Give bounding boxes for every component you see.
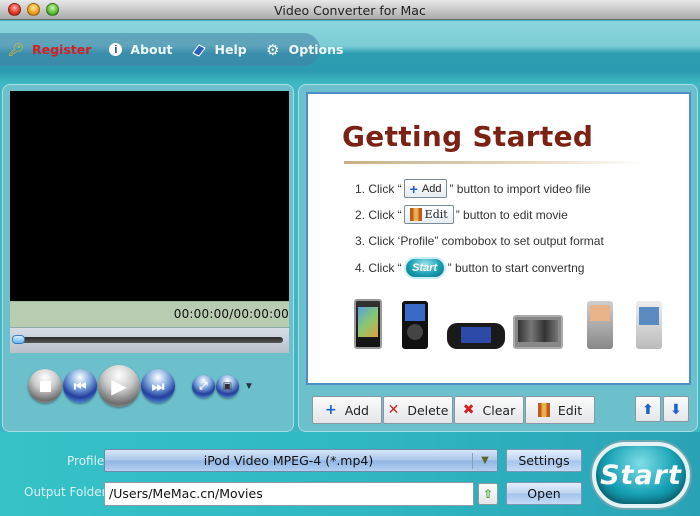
step-2: 2. Click “ Edit ” button to edit movie bbox=[355, 205, 568, 224]
add-label: Add bbox=[344, 402, 369, 418]
nokia-e-phone-image bbox=[587, 301, 613, 349]
fullscreen-icon: ⤢ bbox=[199, 380, 208, 392]
output-settings-bar: Profile iPod Video MPEG-4 (*.mp4) ▼ Outp… bbox=[0, 432, 700, 516]
clear-label: Clear bbox=[482, 402, 516, 418]
playback-controls: ⏮︎ ▶︎ ⏭︎ ⤢ ▣ ▼ bbox=[28, 365, 254, 407]
menu-help[interactable]: Help bbox=[191, 42, 247, 58]
camera-icon: ▣ bbox=[222, 380, 233, 392]
arrow-up-icon: ⬆︎ bbox=[642, 400, 654, 417]
play-icon: ▶︎ bbox=[111, 375, 127, 398]
gear-icon: ⚙ bbox=[265, 41, 280, 59]
edit-label: Edit bbox=[557, 402, 583, 418]
browse-folder-button[interactable]: ⇧ bbox=[478, 483, 498, 505]
step-4-suffix: ” button to start convertng bbox=[447, 261, 585, 275]
previous-icon: ⏮︎ bbox=[73, 377, 87, 394]
menu-bar: 🔑︎ Register i About Help ⚙ Options bbox=[0, 33, 343, 66]
add-button[interactable]: + Add bbox=[312, 396, 382, 424]
key-icon: 🔑︎ bbox=[7, 41, 25, 57]
getting-started-area: Getting Started 1. Click “ + Add ” button… bbox=[306, 92, 691, 385]
step-1-suffix: ” button to import video file bbox=[449, 181, 591, 196]
delete-button[interactable]: ✕ Delete bbox=[383, 396, 453, 424]
iphone-image bbox=[354, 299, 382, 349]
seek-bar[interactable] bbox=[10, 327, 289, 353]
stop-icon bbox=[39, 380, 51, 392]
step-1-button-label: Add bbox=[421, 182, 442, 195]
profile-value: iPod Video MPEG-4 (*.mp4) bbox=[203, 453, 374, 468]
output-folder-label: Output Folder bbox=[24, 485, 107, 499]
menu-options-label: Options bbox=[288, 42, 344, 57]
profile-label: Profile bbox=[67, 454, 105, 468]
ipod-image bbox=[402, 301, 428, 349]
folder-up-icon: ⇧ bbox=[482, 487, 494, 501]
step-1-add-example: + Add bbox=[403, 179, 448, 198]
player-panel: 00:00:00/00:00:00 ⏮︎ ▶︎ ⏭︎ ⤢ ▣ ▼ bbox=[2, 84, 294, 432]
settings-button[interactable]: Settings bbox=[506, 449, 582, 472]
move-down-button[interactable]: ⬇︎ bbox=[663, 396, 689, 422]
window-title: Video Converter for Mac bbox=[274, 3, 426, 18]
stop-button[interactable] bbox=[28, 369, 62, 403]
clear-button[interactable]: ✖ Clear bbox=[454, 396, 524, 424]
reorder-buttons: ⬆︎ ⬇︎ bbox=[635, 396, 691, 422]
plus-icon: + bbox=[409, 180, 418, 197]
menu-about[interactable]: i About bbox=[109, 42, 173, 57]
info-icon: i bbox=[109, 43, 123, 56]
start-button[interactable]: Start bbox=[592, 442, 690, 508]
film-edit-icon bbox=[537, 403, 550, 417]
book-icon bbox=[191, 42, 207, 58]
time-display-bar: 00:00:00/00:00:00 bbox=[10, 301, 289, 327]
file-toolbar: + Add ✕ Delete ✖ Clear Edit bbox=[312, 396, 596, 424]
previous-button[interactable]: ⏮︎ bbox=[63, 369, 97, 403]
move-up-button[interactable]: ⬆︎ bbox=[635, 396, 661, 422]
psp-image bbox=[447, 323, 505, 349]
arrow-down-icon: ⬇︎ bbox=[670, 400, 682, 417]
seek-thumb[interactable] bbox=[12, 335, 25, 344]
open-button[interactable]: Open bbox=[506, 482, 582, 505]
snapshot-button[interactable]: ▣ bbox=[216, 374, 239, 398]
edit-button[interactable]: Edit bbox=[525, 396, 595, 424]
film-edit-icon bbox=[409, 208, 422, 221]
seek-track[interactable] bbox=[14, 337, 283, 343]
step-2-prefix: 2. Click “ bbox=[355, 207, 402, 222]
step-3-text: 3. Click ‘Profile” combobox to set outpu… bbox=[355, 234, 604, 248]
step-2-suffix: ” button to edit movie bbox=[455, 207, 568, 222]
step-1-prefix: 1. Click “ bbox=[355, 181, 402, 196]
video-preview bbox=[10, 91, 289, 301]
chevron-down-icon[interactable]: ▼ bbox=[473, 455, 497, 466]
next-button[interactable]: ⏭︎ bbox=[141, 369, 175, 403]
nokia-n-phone-image bbox=[636, 301, 662, 349]
step-2-edit-example: Edit bbox=[403, 205, 454, 224]
snapshot-dropdown-arrow[interactable]: ▼ bbox=[244, 381, 254, 392]
menu-help-label: Help bbox=[214, 42, 247, 57]
device-images bbox=[350, 289, 670, 359]
step-2-button-label: Edit bbox=[424, 208, 448, 221]
delete-x-icon: ✕ bbox=[387, 402, 400, 418]
step-1: 1. Click “ + Add ” button to import video… bbox=[355, 179, 591, 198]
output-folder-input[interactable]: /Users/MeMac.cn/Movies bbox=[104, 482, 474, 506]
step-4: 4. Click “ Start ” button to start conve… bbox=[355, 257, 584, 279]
step-4-prefix: 4. Click “ bbox=[355, 261, 402, 275]
title-bar: Video Converter for Mac bbox=[0, 0, 700, 20]
profile-select[interactable]: iPod Video MPEG-4 (*.mp4) ▼ bbox=[104, 449, 498, 472]
plus-icon: + bbox=[325, 402, 337, 418]
menu-about-label: About bbox=[130, 42, 173, 57]
file-list-panel: Getting Started 1. Click “ + Add ” button… bbox=[298, 84, 698, 432]
play-button[interactable]: ▶︎ bbox=[98, 365, 140, 407]
time-readout: 00:00:00/00:00:00 bbox=[173, 307, 289, 321]
clear-x-icon: ✖ bbox=[462, 402, 475, 418]
step-3: 3. Click ‘Profile” combobox to set outpu… bbox=[355, 234, 604, 248]
step-4-start-example: Start bbox=[403, 257, 446, 279]
fullscreen-button[interactable]: ⤢ bbox=[192, 374, 215, 398]
menu-register[interactable]: 🔑︎ Register bbox=[7, 41, 92, 58]
media-player-image bbox=[513, 315, 563, 349]
getting-started-title: Getting Started bbox=[342, 120, 594, 153]
delete-label: Delete bbox=[407, 402, 449, 418]
menu-register-label: Register bbox=[32, 42, 92, 57]
menu-options[interactable]: ⚙ Options bbox=[265, 41, 344, 59]
title-divider bbox=[344, 161, 644, 164]
next-icon: ⏭︎ bbox=[151, 377, 165, 394]
